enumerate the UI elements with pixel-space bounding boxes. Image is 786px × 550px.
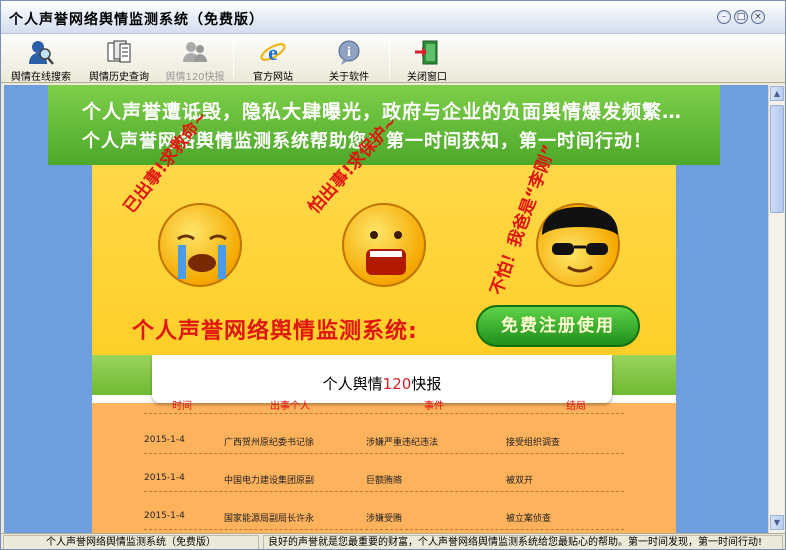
scroll-thumb[interactable] (770, 105, 784, 213)
news-title-prefix: 个人舆情 (322, 375, 383, 393)
toolbar: 舆情在线搜索 舆情历史查询 舆情120快报 e 官方网站 i 关于软件 关闭窗口 (1, 34, 785, 83)
promo-page: 个人声誉遭诋毁，隐私大肆曝光，政府与企业的负面舆情爆发频繁… 个人声誉网络舆情监… (48, 85, 720, 533)
scroll-up-arrow-icon[interactable]: ▲ (770, 86, 784, 101)
history-documents-icon (107, 40, 131, 63)
about-label: 关于软件 (329, 72, 369, 83)
bulletin-120-label: 舆情120快报 (165, 72, 225, 83)
official-site-label: 官方网站 (253, 72, 293, 83)
news-title-number: 120 (382, 375, 412, 393)
row-divider (144, 529, 624, 530)
row1-person[interactable]: 广西贺州原纪委书记徐 (224, 435, 314, 448)
shocked-face-icon (342, 203, 426, 287)
official-site-button[interactable]: e 官方网站 (245, 36, 301, 83)
scroll-down-arrow-icon[interactable]: ▼ (770, 515, 784, 530)
about-button[interactable]: i 关于软件 (321, 36, 377, 83)
close-window-button[interactable]: 关闭窗口 (399, 36, 455, 83)
column-header-time: 时间 (172, 401, 192, 412)
news-header: 个人舆情120快报 (152, 355, 612, 403)
vertical-scrollbar[interactable]: ▲ ▼ (768, 85, 784, 533)
status-app-name: 个人声誉网络舆情监测系统（免费版） (3, 535, 259, 549)
row1-event: 涉嫌严重违纪违法 (366, 438, 439, 448)
row1-outcome: 接受组织调查 (506, 438, 561, 448)
news-title-suffix: 快报 (411, 375, 442, 393)
free-register-button[interactable]: 免费注册使用 (476, 305, 640, 347)
online-search-label: 舆情在线搜索 (11, 72, 71, 83)
user-search-icon (29, 41, 54, 65)
info-icon: i (338, 40, 360, 65)
users-bulletin-icon (183, 42, 207, 62)
row2-person[interactable]: 中国电力建设集团原副 (224, 473, 314, 486)
history-query-label: 舆情历史查询 (89, 72, 149, 83)
svg-text:i: i (347, 45, 351, 60)
restore-button[interactable]: □ (734, 10, 748, 24)
row-divider (144, 413, 624, 414)
row3-event: 涉嫌受贿 (366, 514, 403, 524)
column-header-outcome: 结局 (566, 401, 586, 412)
bulletin-120-button[interactable]: 舆情120快报 (163, 36, 227, 83)
row2-event: 巨额贿赂 (366, 476, 403, 486)
row3-outcome: 被立案侦查 (506, 514, 552, 524)
online-search-button[interactable]: 舆情在线搜索 (7, 36, 75, 83)
svg-text:e: e (268, 40, 278, 65)
minimize-button[interactable]: – (717, 10, 731, 24)
row1-time: 2015-1-4 (144, 435, 185, 445)
row3-time: 2015-1-4 (144, 511, 185, 521)
column-header-event: 事件 (424, 401, 444, 412)
main-window: 个人声誉网络舆情监测系统（免费版） – □ × 舆情在线搜索 舆情历史查询 舆情… (0, 0, 786, 550)
column-header-person: 出事个人 (270, 401, 310, 412)
status-message: 良好的声誉就是您最重要的财富，个人声誉网络舆情监测系统给您最贴心的帮助。第一时间… (263, 535, 783, 549)
news-title: 个人舆情120快报 (152, 373, 612, 394)
row2-time: 2015-1-4 (144, 473, 185, 483)
toolbar-separator (233, 40, 234, 78)
row2-outcome: 被双开 (506, 476, 534, 486)
sunglasses-face-icon (536, 203, 620, 287)
title-bar[interactable]: 个人声誉网络舆情监测系统（免费版） – □ × (1, 1, 785, 34)
close-button[interactable]: × (751, 10, 765, 24)
content-area: 个人声誉遭诋毁，隐私大肆曝光，政府与企业的负面舆情爆发频繁… 个人声誉网络舆情监… (4, 85, 768, 533)
ie-browser-icon: e (260, 40, 286, 65)
row-divider (144, 453, 624, 454)
close-window-label: 关闭窗口 (407, 72, 447, 83)
window-title: 个人声誉网络舆情监测系统（免费版） (9, 12, 264, 28)
brand-slogan: 个人声誉网络舆情监测系统: (132, 319, 418, 344)
history-query-button[interactable]: 舆情历史查询 (85, 36, 153, 83)
row-divider (144, 491, 624, 492)
crying-face-icon (158, 203, 242, 287)
exit-door-icon (415, 40, 438, 65)
toolbar-separator (389, 40, 390, 78)
status-bar: 个人声誉网络舆情监测系统（免费版） 良好的声誉就是您最重要的财富，个人声誉网络舆… (1, 533, 785, 549)
row3-person[interactable]: 国家能源局副局长许永 (224, 511, 314, 524)
